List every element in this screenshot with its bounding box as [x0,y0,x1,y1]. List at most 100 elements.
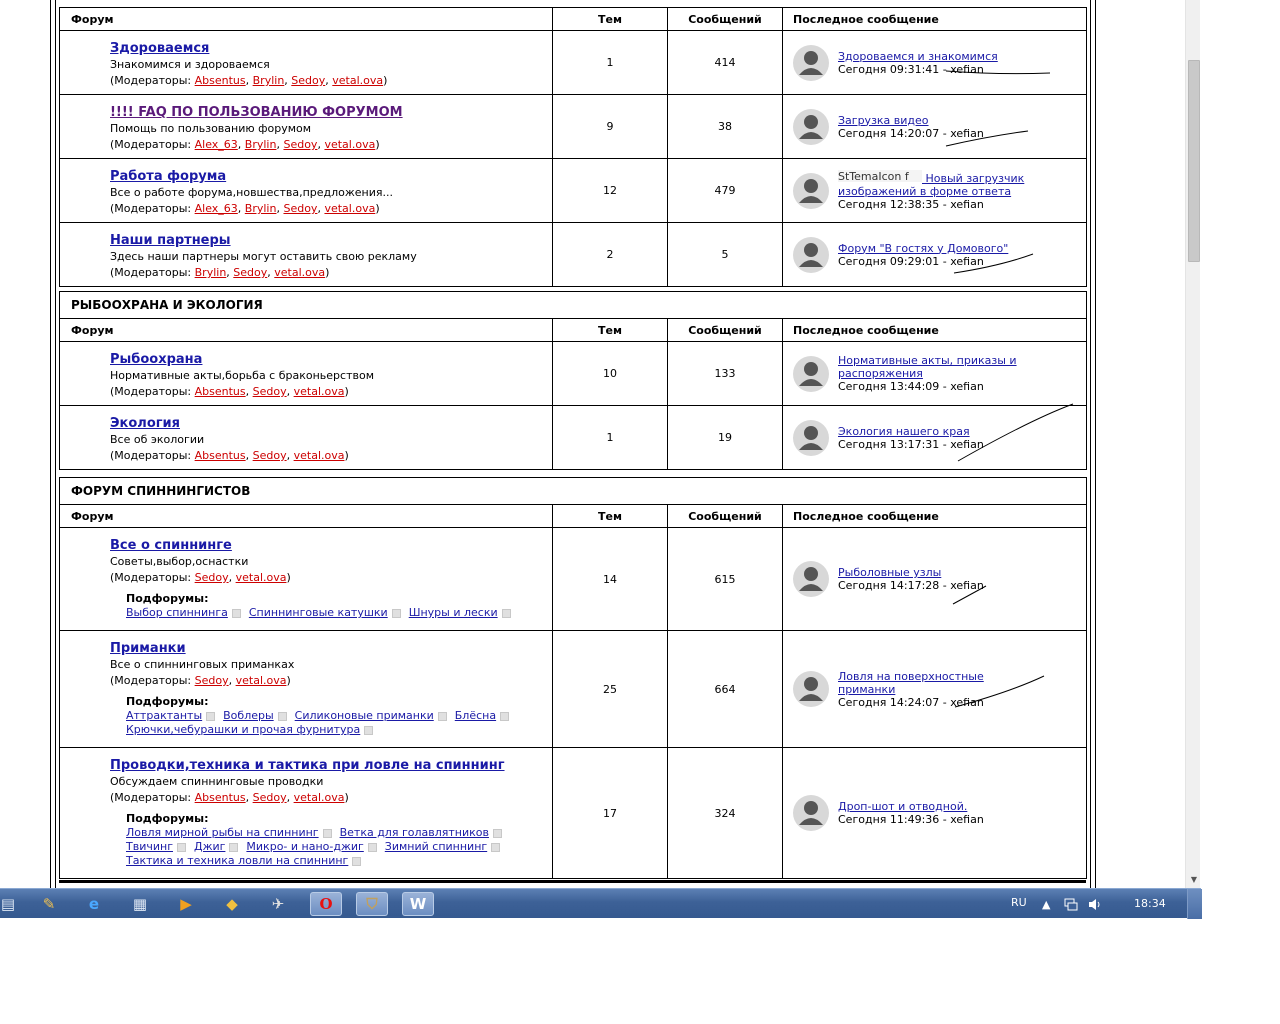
media-player-icon[interactable]: ▶ [170,892,202,916]
notes-app-icon[interactable]: ◆ [216,892,248,916]
show-hidden-icons-icon[interactable]: ▲ [1042,898,1050,911]
tools-app-icon[interactable]: ✈ [262,892,294,916]
moderator-link[interactable]: Brylin [245,202,277,215]
moderator-link[interactable]: vetal.ova [274,266,325,279]
language-indicator[interactable]: RU [1011,896,1027,909]
moderator-link[interactable]: Sedoy [233,266,267,279]
subforum-link[interactable]: Воблеры [223,709,274,722]
user-avatar-icon[interactable] [793,236,829,273]
user-avatar-icon[interactable] [793,671,829,707]
subforum-link[interactable]: Джиг [194,840,225,853]
subforum-link[interactable]: Шнуры и лески [409,606,498,619]
subforum-link[interactable]: Ловля мирной рыбы на спиннинг [126,826,319,839]
chart-app-icon[interactable]: ▦ [124,892,156,916]
moderator-link[interactable]: Sedoy [195,571,229,584]
internet-explorer-icon[interactable]: e [78,892,110,916]
forum-title-link[interactable]: Все о спиннинге [110,538,552,553]
last-post-topic-link[interactable]: Ловля на поверхностные приманки [838,670,984,696]
forum-title-link[interactable]: Приманки [110,641,552,656]
subforum-link[interactable]: Зимний спиннинг [385,840,487,853]
moderator-link[interactable]: Alex_63 [195,138,238,151]
network-icon[interactable] [1064,898,1078,914]
last-post-time: Сегодня 13:44:09 - xefian [838,380,984,393]
moderator-link[interactable]: vetal.ova [294,449,345,462]
last-post-topic-link[interactable]: Здороваемся и знакомимся [838,50,998,63]
moderator-link[interactable]: Sedoy [195,674,229,687]
paint-app-icon[interactable]: ✎ [33,892,65,916]
last-post-topic-link[interactable]: Дроп-шот и отводной. [838,800,967,813]
forum-title-link[interactable]: Наши партнеры [110,233,552,248]
opera-icon[interactable]: O [310,892,342,916]
last-post-topic-link[interactable]: Нормативные акты, приказы и распоряжения [838,354,1017,380]
forum-title-link[interactable]: Здороваемся [110,41,552,56]
moderator-link[interactable]: Absentus [195,74,246,87]
moderator-link[interactable]: vetal.ova [324,138,375,151]
user-avatar-icon[interactable] [793,44,829,81]
subforum-link[interactable]: Ветка для голавлятников [340,826,489,839]
moderator-link[interactable]: vetal.ova [294,385,345,398]
user-avatar-icon[interactable] [793,172,829,209]
user-avatar-icon[interactable] [793,355,829,392]
last-post-topic-link[interactable]: Загрузка видео [838,114,929,127]
forum-title-link[interactable]: Работа форума [110,169,552,184]
forum-title-link[interactable]: Рыбоохрана [110,352,552,367]
subforum-link[interactable]: Блёсна [455,709,496,722]
forum-title-link[interactable]: Экология [110,416,552,431]
last-post-time: Сегодня 09:31:41 - xefian [838,62,984,76]
moderator-link[interactable]: Sedoy [283,202,317,215]
shield-app-icon[interactable]: ⛉ [356,892,388,916]
moderator-link[interactable]: vetal.ova [324,202,375,215]
browser-viewport: Форум Тем Сообщений Последное сообщение … [0,0,1200,888]
last-post-topic-link[interactable]: Экология нашего края [838,425,970,438]
vertical-scrollbar[interactable]: ▼ [1185,0,1200,888]
scroll-down-arrow-icon[interactable]: ▼ [1186,874,1200,886]
moderator-link[interactable]: Brylin [253,74,285,87]
last-post-topic-link[interactable]: Форум "В гостях у Домового" [838,242,1008,255]
word-app-icon[interactable]: W [402,892,434,916]
moderator-link[interactable]: Brylin [195,266,227,279]
table-header: Форум Тем Сообщений Последное сообщение [59,318,1088,342]
moderator-link[interactable]: vetal.ova [236,674,287,687]
moderator-link[interactable]: Alex_63 [195,202,238,215]
subforum-link[interactable]: Микро- и нано-джиг [246,840,363,853]
moderator-link[interactable]: Brylin [245,138,277,151]
scrollbar-thumb[interactable] [1188,60,1200,262]
moderator-link[interactable]: Absentus [195,449,246,462]
calendar-app-icon[interactable]: ▤ [0,892,24,916]
user-avatar-icon[interactable] [793,108,829,145]
user-avatar-icon[interactable] [793,795,829,831]
moderator-link[interactable]: vetal.ova [236,571,287,584]
moderator-link[interactable]: Sedoy [291,74,325,87]
last-post-topic-link[interactable]: Рыболовные узлы [838,566,941,579]
last-post-topic-line: Загрузка видео [838,114,984,127]
moderator-link[interactable]: Sedoy [283,138,317,151]
last-post-topic-line: Экология нашего края [838,425,984,438]
subforum-status-icon [364,725,374,735]
subforum-link[interactable]: Спиннинговые катушки [249,606,388,619]
moderator-link[interactable]: Sedoy [253,385,287,398]
subforum-link[interactable]: Выбор спиннинга [126,606,228,619]
moderator-link[interactable]: Absentus [195,791,246,804]
forum-title-link[interactable]: !!!! FAQ ПО ПОЛЬЗОВАНИЮ ФОРУМОМ [110,105,552,120]
volume-icon[interactable] [1088,898,1102,914]
topics-count: 25 [552,630,668,748]
clock[interactable]: 18:34 [1134,897,1166,910]
subforum-link[interactable]: Тактика и техника ловли на спиннинг [126,854,348,867]
show-desktop-button[interactable] [1187,889,1202,919]
subforum-link[interactable]: Твичинг [126,840,173,853]
moderator-link[interactable]: Sedoy [253,449,287,462]
moderator-link[interactable]: Sedoy [253,791,287,804]
moderator-link[interactable]: Absentus [195,385,246,398]
subforum-link[interactable]: Аттрактанты [126,709,202,722]
subforum-link[interactable]: Крючки,чебурашки и прочая фурнитура [126,723,360,736]
subforum-status-icon [176,842,186,852]
moderator-link[interactable]: vetal.ova [332,74,383,87]
moderators-line: (Модераторы: Brylin, Sedoy, vetal.ova) [110,266,330,279]
forum-title-link[interactable]: Проводки,техника и тактика при ловле на … [110,758,552,773]
user-avatar-icon[interactable] [793,561,829,597]
notes-app-icon-glyph: ◆ [226,895,238,913]
user-avatar-icon[interactable] [793,419,829,456]
moderator-link[interactable]: vetal.ova [294,791,345,804]
last-post-time: Сегодня 14:24:07 - xefian [838,695,984,709]
subforum-link[interactable]: Силиконовые приманки [295,709,434,722]
